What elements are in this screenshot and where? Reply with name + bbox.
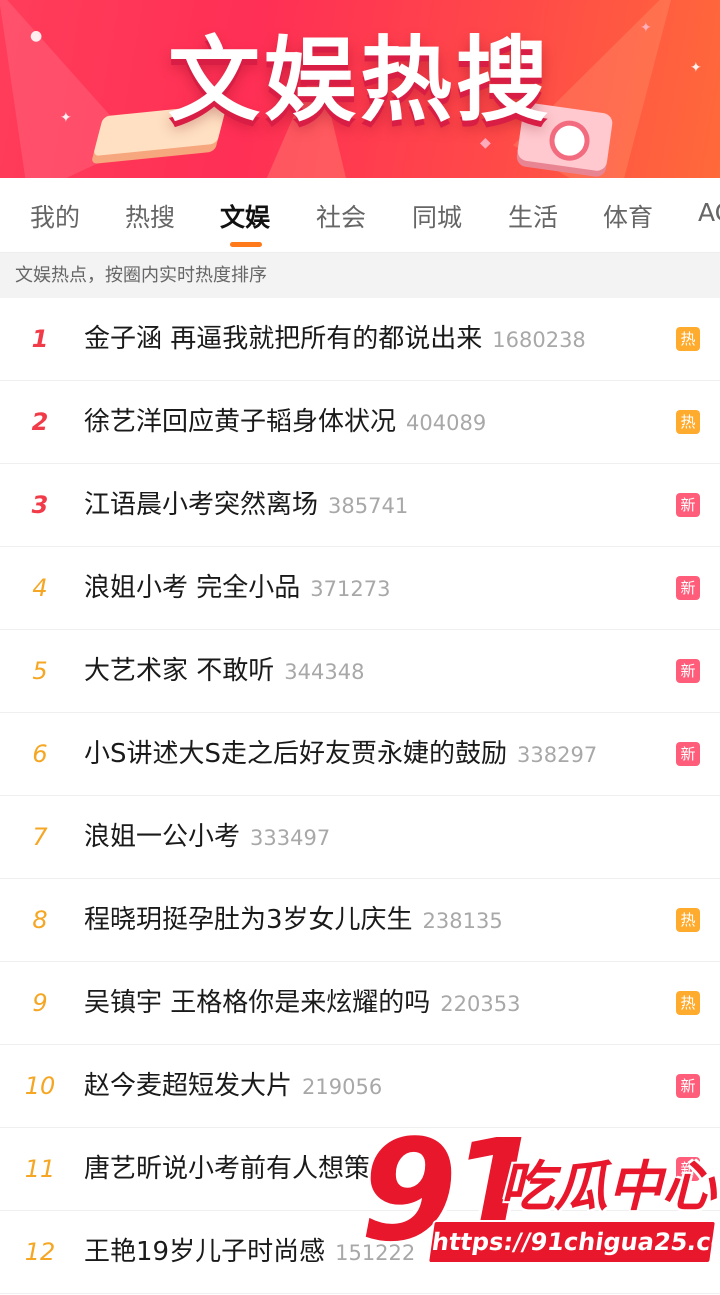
list-description: 文娱热点，按圈内实时热度排序: [0, 253, 720, 298]
topic-title[interactable]: 小S讲述大S走之后好友贾永婕的鼓励: [84, 739, 507, 769]
new-badge: 新: [676, 493, 700, 517]
heat-count: 385741: [328, 494, 409, 518]
topic-title-container[interactable]: 程晓玥挺孕肚为3岁女儿庆生 238135: [84, 879, 503, 962]
list-item[interactable]: 6 小S讲述大S走之后好友贾永婕的鼓励 338297 新: [0, 713, 720, 796]
topic-title[interactable]: 金子涵 再逼我就把所有的都说出来: [84, 324, 482, 354]
rank-number: 10: [24, 1072, 56, 1100]
watermark-text: 吃瓜中心: [500, 1155, 716, 1218]
topic-title-container[interactable]: 浪姐小考 完全小品 371273: [84, 547, 390, 630]
topic-title[interactable]: 浪姐一公小考: [84, 822, 240, 852]
topic-title[interactable]: 浪姐小考 完全小品: [84, 573, 300, 603]
heat-count: 338297: [517, 743, 598, 767]
rank-number: 4: [32, 574, 48, 602]
new-badge: 新: [676, 742, 700, 766]
topic-title[interactable]: 江语晨小考突然离场: [84, 490, 318, 520]
hot-badge: 热: [676, 908, 700, 932]
heat-count: 219056: [302, 1075, 383, 1099]
hot-badge: 热: [676, 991, 700, 1015]
category-tabs: 我的 热搜 文娱 社会 同城 生活 体育 AC: [0, 178, 720, 253]
topic-title-container[interactable]: 大艺术家 不敢听 344348: [84, 630, 364, 713]
heat-count: 1680238: [492, 328, 586, 352]
rank-number: 11: [24, 1155, 56, 1183]
topic-title-container[interactable]: 吴镇宇 王格格你是来炫耀的吗 220353: [84, 962, 520, 1045]
rank-number: 5: [32, 657, 48, 685]
topic-title-container[interactable]: 江语晨小考突然离场 385741: [84, 464, 408, 547]
topic-title[interactable]: 王艳19岁儿子时尚感: [84, 1237, 325, 1267]
topic-title[interactable]: 徐艺洋回应黄子韬身体状况: [84, 407, 396, 437]
hot-badge: 热: [676, 410, 700, 434]
watermark-url: https://91chigua25.com: [426, 1220, 720, 1264]
topic-title-container[interactable]: 唐艺昕说小考前有人想策略: [84, 1128, 406, 1211]
rank-number: 6: [32, 740, 48, 768]
tab-mine[interactable]: 我的: [30, 198, 80, 234]
banner-title: 文娱热搜: [167, 27, 552, 134]
banner: ● ✦ ✦ ✦ ◆ 文娱热搜: [0, 0, 720, 178]
rank-number: 12: [24, 1238, 56, 1266]
heat-count: 404089: [406, 411, 487, 435]
list-item[interactable]: 1 金子涵 再逼我就把所有的都说出来 1680238 热: [0, 298, 720, 381]
heat-count: 371273: [310, 577, 391, 601]
heat-count: 238135: [422, 909, 503, 933]
topic-title-container[interactable]: 金子涵 再逼我就把所有的都说出来 1680238: [84, 298, 586, 381]
topic-title-container[interactable]: 赵今麦超短发大片 219056: [84, 1045, 382, 1128]
tab-hot[interactable]: 热搜: [125, 198, 175, 234]
list-item[interactable]: 3 江语晨小考突然离场 385741 新: [0, 464, 720, 547]
list-item[interactable]: 2 徐艺洋回应黄子韬身体状况 404089 热: [0, 381, 720, 464]
list-item[interactable]: 8 程晓玥挺孕肚为3岁女儿庆生 238135 热: [0, 879, 720, 962]
rank-number: 1: [31, 325, 49, 353]
heat-count: 220353: [440, 992, 521, 1016]
tab-sports[interactable]: 体育: [603, 198, 653, 234]
heat-count: 333497: [250, 826, 331, 850]
new-badge: 新: [676, 659, 700, 683]
rank-number: 3: [31, 491, 49, 519]
watermark-logo: 91 吃瓜中心 https://91chigua25.com: [360, 1110, 720, 1280]
new-badge: 新: [676, 576, 700, 600]
list-item[interactable]: 5 大艺术家 不敢听 344348 新: [0, 630, 720, 713]
tab-local[interactable]: 同城: [412, 198, 462, 234]
tab-ac[interactable]: AC: [698, 198, 720, 227]
tab-entertainment[interactable]: 文娱: [220, 198, 270, 234]
rank-number: 2: [31, 408, 49, 436]
topic-title[interactable]: 程晓玥挺孕肚为3岁女儿庆生: [84, 905, 413, 935]
topic-title[interactable]: 大艺术家 不敢听: [84, 656, 274, 686]
tab-society[interactable]: 社会: [316, 198, 366, 234]
rank-number: 7: [32, 823, 48, 851]
topic-title-container[interactable]: 浪姐一公小考 333497: [84, 796, 330, 879]
hot-badge: 热: [676, 327, 700, 351]
rank-number: 9: [32, 989, 48, 1017]
tab-life[interactable]: 生活: [508, 198, 558, 234]
active-tab-indicator: [230, 242, 262, 247]
topic-title-container[interactable]: 徐艺洋回应黄子韬身体状况 404089: [84, 381, 486, 464]
topic-title[interactable]: 唐艺昕说小考前有人想策略: [84, 1154, 396, 1184]
rank-number: 8: [32, 906, 48, 934]
list-item[interactable]: 7 浪姐一公小考 333497: [0, 796, 720, 879]
new-badge: 新: [676, 1074, 700, 1098]
topic-title-container[interactable]: 小S讲述大S走之后好友贾永婕的鼓励 338297: [84, 713, 597, 796]
list-item[interactable]: 9 吴镇宇 王格格你是来炫耀的吗 220353 热: [0, 962, 720, 1045]
topic-title[interactable]: 赵今麦超短发大片: [84, 1071, 292, 1101]
topic-title[interactable]: 吴镇宇 王格格你是来炫耀的吗: [84, 988, 430, 1018]
heat-count: 344348: [284, 660, 365, 684]
list-item[interactable]: 4 浪姐小考 完全小品 371273 新: [0, 547, 720, 630]
